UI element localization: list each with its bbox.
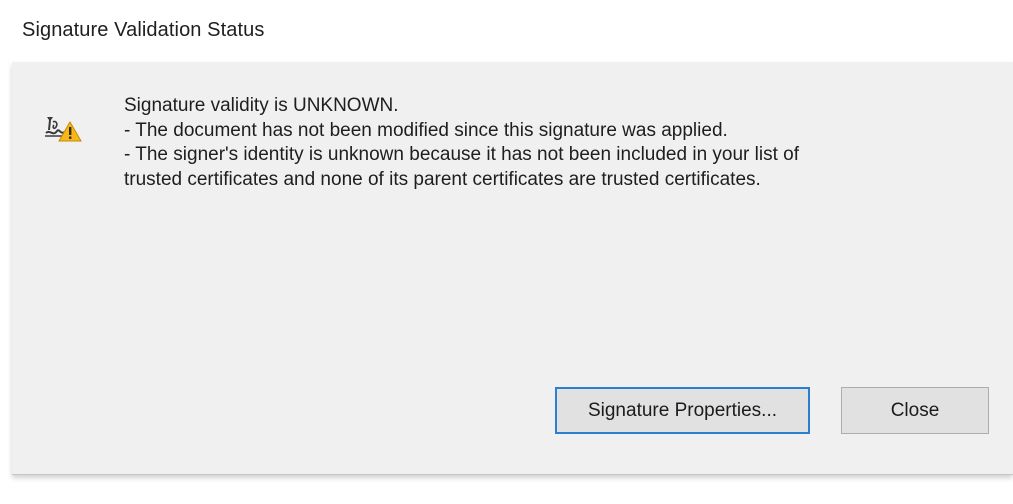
dialog-body: Signature validity is UNKNOWN. - The doc…: [12, 62, 1013, 475]
close-button[interactable]: Close: [841, 387, 989, 434]
signature-validation-dialog: Signature Validation Status Signature va…: [0, 0, 1013, 504]
message-line-3: - The signer's identity is unknown becau…: [124, 144, 800, 165]
message-line-4: trusted certificates and none of its par…: [124, 168, 761, 190]
title-bar[interactable]: Signature Validation Status: [0, 0, 1013, 62]
signature-warning-icon: [44, 114, 84, 144]
dialog-title: Signature Validation Status: [22, 19, 265, 41]
validation-message: Signature validity is UNKNOWN. - The doc…: [124, 94, 984, 192]
signature-properties-button[interactable]: Signature Properties...: [555, 387, 810, 434]
message-line-2: - The document has not been modified sin…: [124, 119, 728, 141]
message-line-1: Signature validity is UNKNOWN.: [124, 95, 399, 116]
